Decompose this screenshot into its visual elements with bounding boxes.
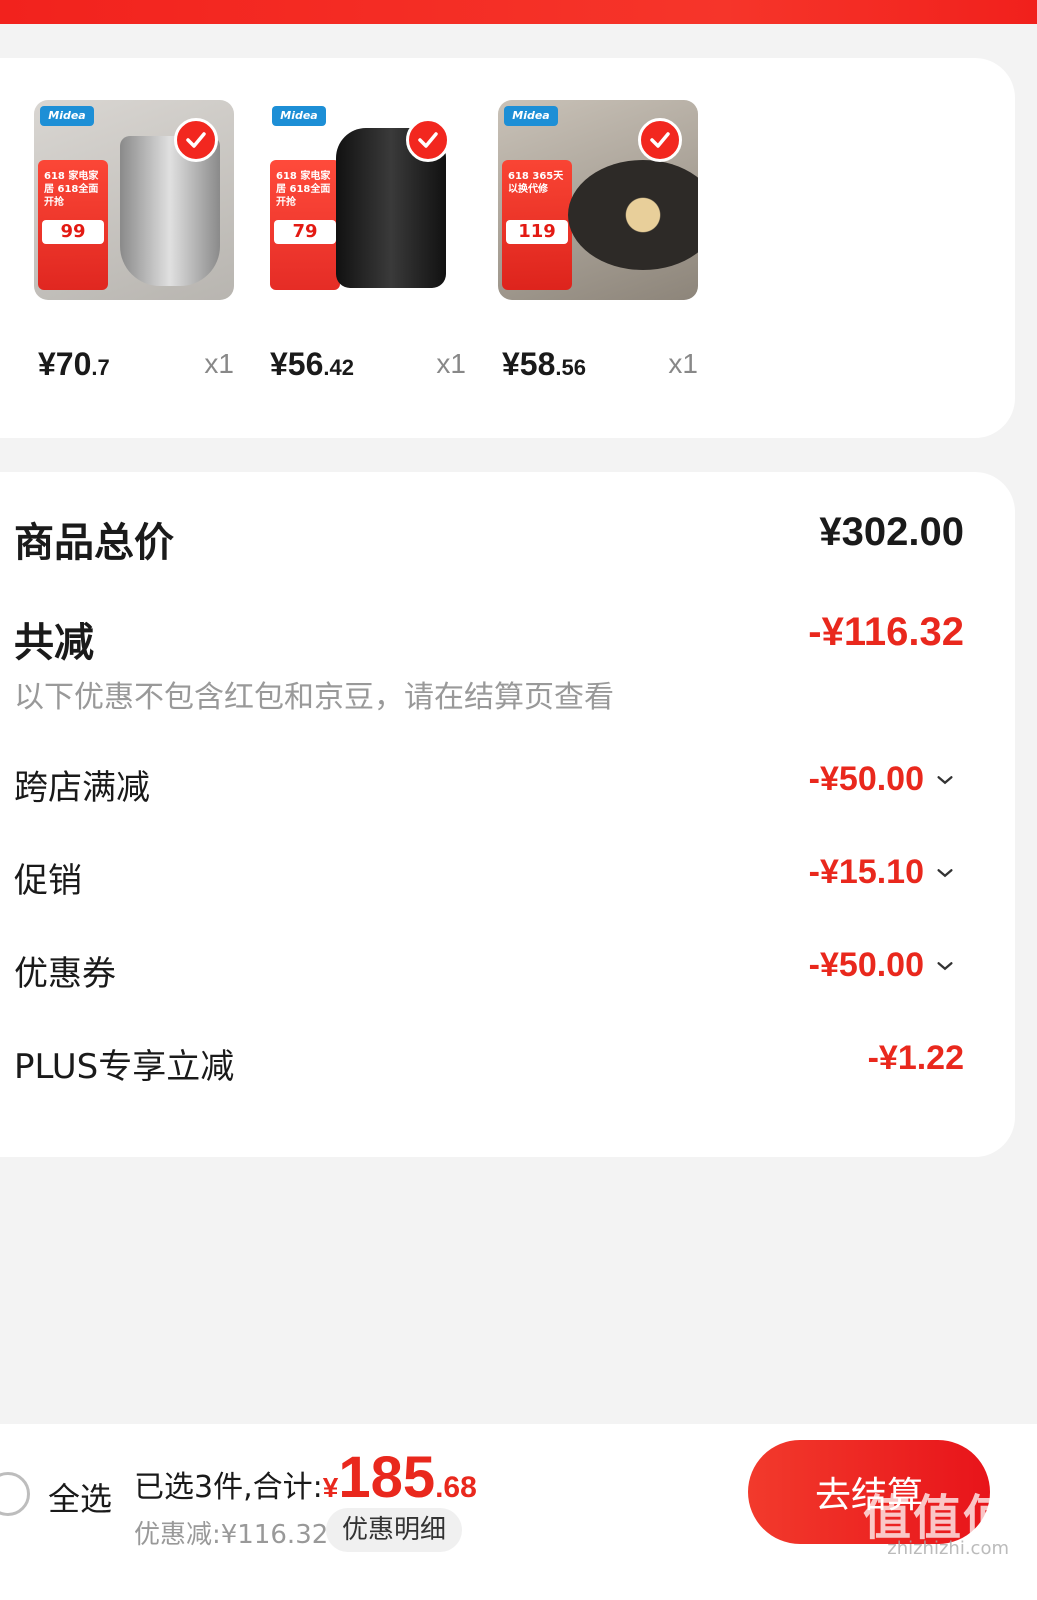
promo-label: 618 家电家居 618全面开抢 [276, 171, 331, 208]
watermark-url: zhizhizhi.com [887, 1538, 1009, 1559]
discount-label: PLUS专享立减 [14, 1047, 235, 1087]
product-item[interactable]: Midea 618 家电家居 618全面开抢 79 ¥56.42 x1 [266, 100, 466, 400]
total-price-label: 商品总价 [14, 520, 174, 566]
product-price: ¥70.7 [38, 346, 110, 382]
discount-detail-button[interactable]: 优惠明细 [326, 1508, 462, 1552]
chevron-down-icon [937, 961, 953, 970]
selected-check-icon[interactable] [406, 118, 450, 162]
discount-label: 促销 [14, 861, 82, 901]
products-card: Midea 618 家电家居 618全面开抢 99 ¥70.7 x1 Midea… [0, 58, 1015, 438]
brand-logo: Midea [504, 106, 558, 126]
total-price-value: ¥302.00 [819, 510, 964, 554]
product-quantity: x1 [668, 348, 698, 379]
discount-value: -¥1.22 [867, 1039, 964, 1077]
discount-value[interactable]: -¥50.00 [809, 760, 956, 799]
product-quantity: x1 [436, 348, 466, 379]
discount-note: 以下优惠不包含红包和京豆，请在结算页查看 [14, 680, 614, 715]
chevron-down-icon [937, 868, 953, 877]
product-item[interactable]: Midea 618 365天以换代修 119 ¥58.56 x1 [498, 100, 698, 400]
selected-total: 已选3件,合计: ¥ 185 .68 [134, 1445, 477, 1510]
brand-logo: Midea [40, 106, 94, 126]
product-price: ¥58.56 [502, 346, 586, 382]
select-all-radio[interactable] [0, 1472, 30, 1516]
brand-logo: Midea [272, 106, 326, 126]
selected-check-icon[interactable] [638, 118, 682, 162]
product-thumbnail[interactable]: Midea 618 365天以换代修 119 [498, 100, 698, 300]
promo-label: 618 365天以换代修 [508, 171, 564, 195]
promo-price: 99 [42, 220, 104, 244]
select-all-label[interactable]: 全选 [48, 1474, 112, 1520]
discount-label: 优惠券 [14, 954, 116, 994]
total-reduction-label: 共减 [14, 620, 94, 666]
product-price: ¥56.42 [270, 346, 354, 382]
pan-illustration [568, 160, 698, 270]
product-thumbnail[interactable]: Midea 618 家电家居 618全面开抢 79 [266, 100, 466, 300]
product-thumbnail[interactable]: Midea 618 家电家居 618全面开抢 99 [34, 100, 234, 300]
selected-check-icon[interactable] [174, 118, 218, 162]
promo-price: 79 [274, 220, 336, 244]
discount-label: 跨店满减 [14, 768, 150, 808]
product-item[interactable]: Midea 618 家电家居 618全面开抢 99 ¥70.7 x1 [34, 100, 234, 400]
promo-price: 119 [506, 220, 568, 244]
discount-value[interactable]: -¥50.00 [809, 946, 956, 985]
discount-summary: 优惠减:¥116.32 [134, 1520, 329, 1550]
top-status-bar [0, 0, 1037, 24]
total-reduction-value: -¥116.32 [808, 610, 964, 654]
product-quantity: x1 [204, 348, 234, 379]
promo-label: 618 家电家居 618全面开抢 [44, 171, 99, 208]
discount-value[interactable]: -¥15.10 [809, 853, 956, 892]
chevron-down-icon [937, 775, 953, 784]
